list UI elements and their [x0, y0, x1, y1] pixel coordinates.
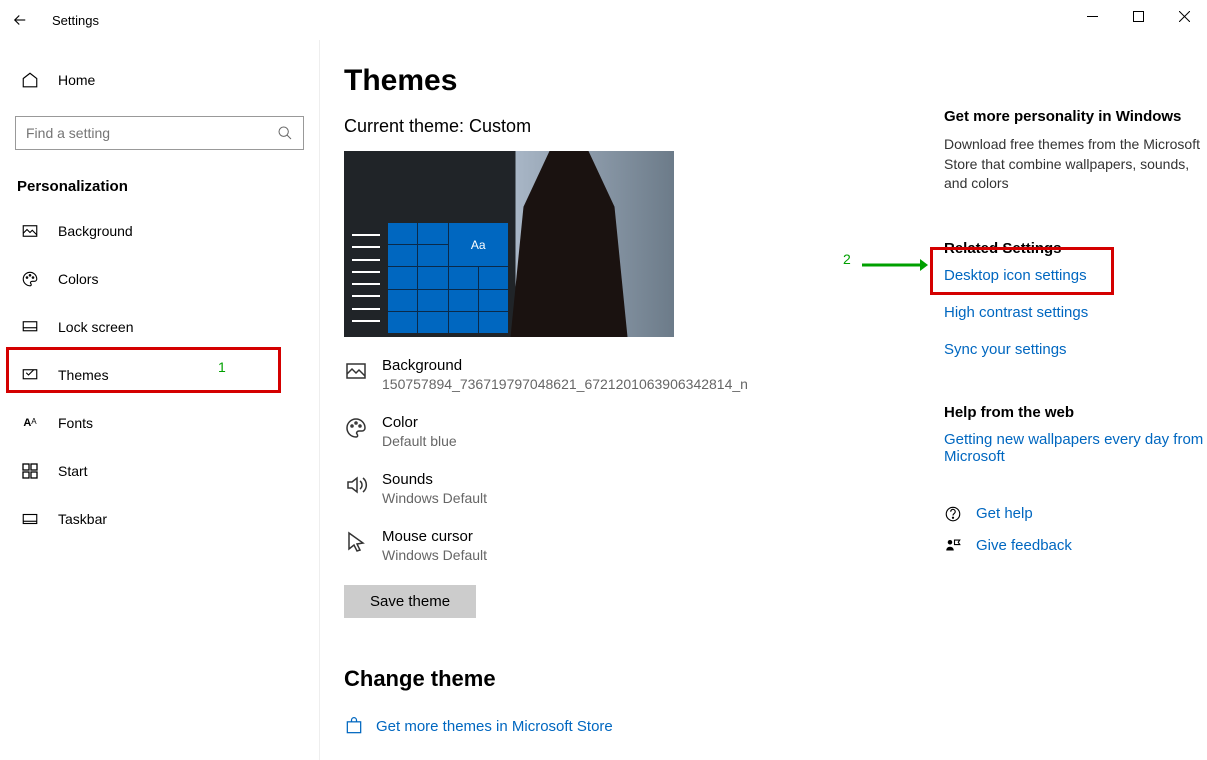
get-help-link: Get help	[976, 505, 1033, 522]
palette-icon	[20, 270, 40, 288]
change-theme-heading: Change theme	[344, 666, 904, 692]
app-title: Settings	[52, 13, 99, 28]
sidebar-item-start[interactable]: Start	[15, 447, 304, 495]
search-icon	[277, 125, 293, 141]
arrow-left-icon	[11, 11, 29, 29]
save-theme-button[interactable]: Save theme	[344, 585, 476, 618]
sidebar-item-fonts[interactable]: AA Fonts	[15, 399, 304, 447]
setting-value: 150757894_736719797048621_67212010639063…	[382, 376, 748, 392]
minimize-button[interactable]	[1069, 0, 1115, 32]
feedback-icon	[944, 537, 962, 555]
give-feedback-link: Give feedback	[976, 537, 1072, 554]
store-icon	[344, 716, 364, 736]
close-icon	[1179, 11, 1190, 22]
sidebar-item-label: Fonts	[58, 415, 93, 431]
sidebar-item-background[interactable]: Background	[15, 207, 304, 255]
sidebar-item-themes[interactable]: Themes	[15, 351, 304, 399]
help-web-heading: Help from the web	[944, 404, 1204, 421]
taskbar-icon	[20, 510, 40, 528]
titlebar: Settings	[0, 0, 1207, 40]
page-title: Themes	[344, 64, 904, 98]
themes-icon	[20, 366, 40, 384]
theme-preview: Aa	[344, 151, 674, 337]
close-button[interactable]	[1161, 0, 1207, 32]
home-icon	[20, 71, 40, 89]
setting-value: Windows Default	[382, 547, 487, 563]
preview-tile-text: Aa	[449, 223, 509, 266]
search-box[interactable]	[15, 116, 304, 150]
sidebar-item-label: Background	[58, 223, 133, 239]
cursor-icon	[344, 530, 368, 554]
back-button[interactable]	[0, 0, 40, 40]
setting-value: Windows Default	[382, 490, 487, 506]
get-help-row[interactable]: Get help	[944, 505, 1204, 523]
picture-icon	[344, 359, 368, 383]
right-column: Get more personality in Windows Download…	[944, 64, 1204, 760]
setting-label: Color	[382, 414, 457, 431]
store-link-label: Get more themes in Microsoft Store	[376, 718, 613, 735]
start-icon	[20, 463, 40, 479]
setting-label: Mouse cursor	[382, 528, 487, 545]
palette-icon	[344, 416, 368, 440]
current-theme-label: Current theme: Custom	[344, 116, 904, 137]
sidebar-item-label: Themes	[58, 367, 109, 383]
sidebar-item-lock-screen[interactable]: Lock screen	[15, 303, 304, 351]
minimize-icon	[1087, 11, 1098, 22]
store-link[interactable]: Get more themes in Microsoft Store	[344, 716, 904, 736]
personality-heading: Get more personality in Windows	[944, 108, 1204, 125]
personality-body: Download free themes from the Microsoft …	[944, 135, 1204, 194]
link-sync-your-settings[interactable]: Sync your settings	[944, 341, 1204, 358]
fonts-icon: AA	[20, 417, 40, 429]
setting-value: Default blue	[382, 433, 457, 449]
lock-screen-icon	[20, 318, 40, 336]
give-feedback-row[interactable]: Give feedback	[944, 537, 1204, 555]
sidebar-item-label: Taskbar	[58, 511, 107, 527]
related-settings-heading: Related Settings	[944, 240, 1204, 257]
sidebar-item-label: Colors	[58, 271, 98, 287]
setting-row-mouse[interactable]: Mouse cursor Windows Default	[344, 528, 904, 563]
sidebar-home[interactable]: Home	[15, 56, 304, 104]
sidebar-home-label: Home	[58, 72, 95, 88]
window-controls	[1069, 0, 1207, 32]
setting-row-sounds[interactable]: Sounds Windows Default	[344, 471, 904, 506]
help-icon	[944, 505, 962, 523]
picture-icon	[20, 222, 40, 240]
sidebar-item-label: Lock screen	[58, 319, 133, 335]
maximize-button[interactable]	[1115, 0, 1161, 32]
speaker-icon	[344, 473, 368, 497]
setting-row-background[interactable]: Background 150757894_736719797048621_672…	[344, 357, 904, 392]
setting-row-color[interactable]: Color Default blue	[344, 414, 904, 449]
sidebar-item-label: Start	[58, 463, 88, 479]
sidebar-item-colors[interactable]: Colors	[15, 255, 304, 303]
search-input[interactable]	[26, 125, 277, 141]
link-wallpapers-daily[interactable]: Getting new wallpapers every day from Mi…	[944, 431, 1204, 465]
setting-label: Background	[382, 357, 748, 374]
maximize-icon	[1133, 11, 1144, 22]
preview-start-menu: Aa	[348, 213, 513, 333]
setting-label: Sounds	[382, 471, 487, 488]
sidebar: Home Personalization Background Colors L…	[0, 40, 320, 760]
link-desktop-icon-settings[interactable]: Desktop icon settings	[944, 267, 1204, 284]
preview-wallpaper	[504, 151, 634, 337]
sidebar-section-heading: Personalization	[15, 178, 304, 195]
sidebar-item-taskbar[interactable]: Taskbar	[15, 495, 304, 543]
link-high-contrast-settings[interactable]: High contrast settings	[944, 304, 1204, 321]
main-content: Themes Current theme: Custom Aa	[320, 40, 1207, 760]
